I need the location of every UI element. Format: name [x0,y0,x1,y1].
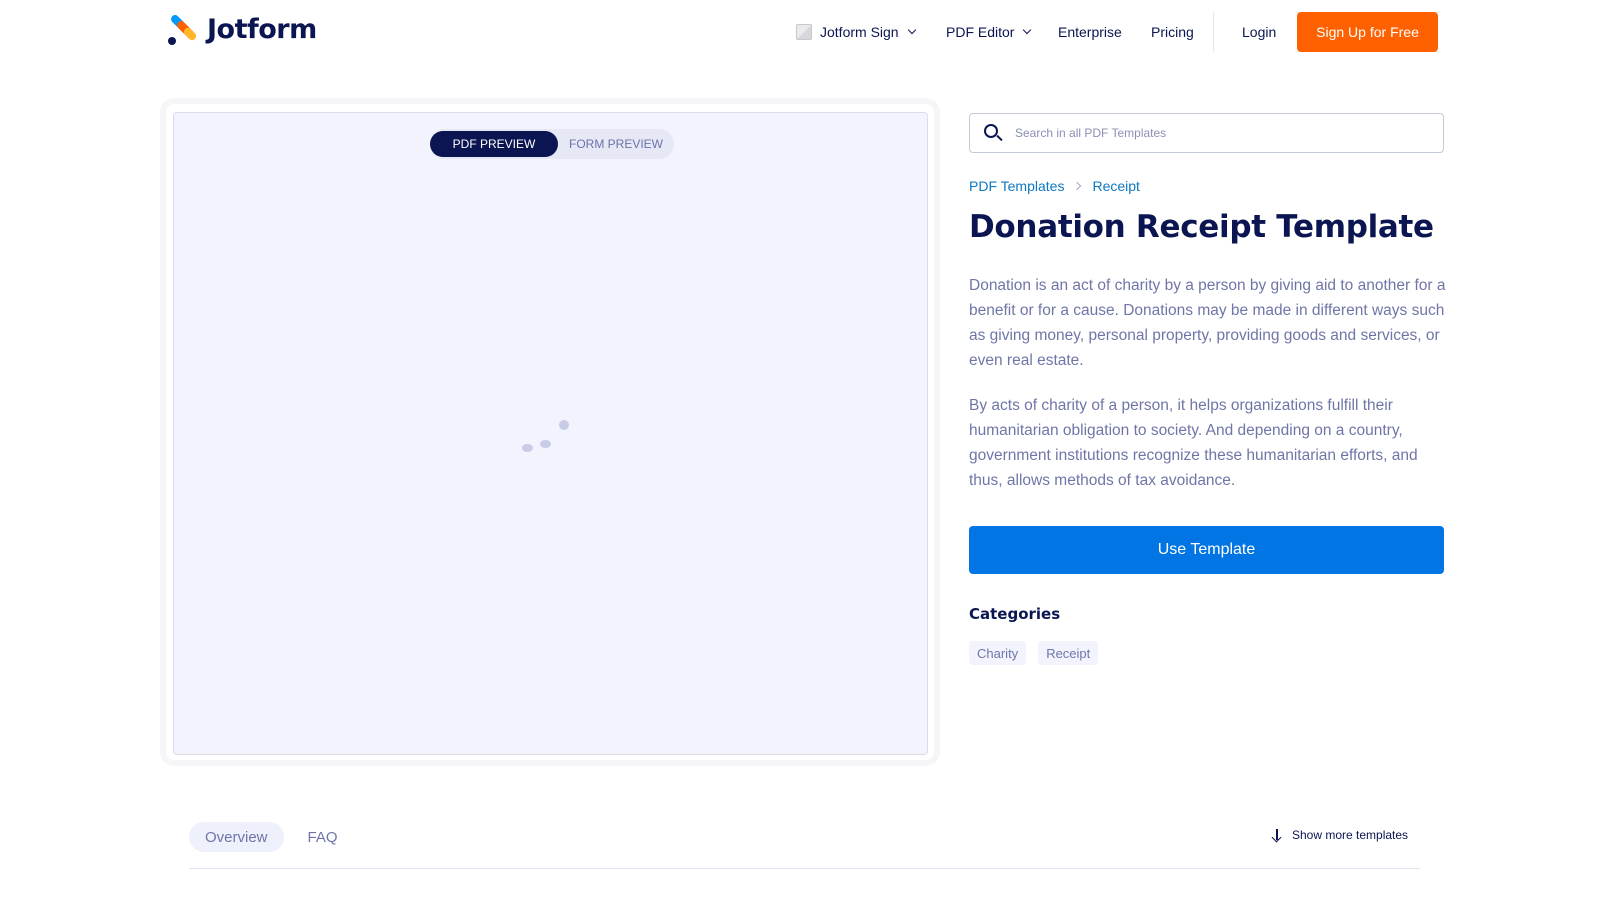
nav-pdf-editor[interactable]: PDF Editor [946,12,1032,52]
search-input[interactable] [1015,126,1435,140]
broken-image-icon [796,24,812,40]
chevron-down-icon [907,25,916,35]
template-search [969,113,1444,153]
category-tag-charity[interactable]: Charity [969,641,1027,665]
categories-heading: Categories [969,605,1061,623]
page-title: Donation Receipt Template [969,209,1434,245]
jotform-logo-icon [166,13,198,47]
use-template-button[interactable]: Use Template [969,526,1444,574]
login-link[interactable]: Login [1242,12,1276,52]
breadcrumb-pdf-templates[interactable]: PDF Templates [969,178,1064,194]
form-preview-tab[interactable]: FORM PREVIEW [558,131,674,157]
breadcrumb: PDF Templates Receipt [969,178,1140,194]
pdf-preview-panel: PDF PREVIEW FORM PREVIEW [173,112,928,755]
nav-divider [1213,12,1214,52]
top-navigation: Jotform Jotform Sign PDF Editor Enterpri… [0,0,1600,64]
description-paragraph: Donation is an act of charity by a perso… [969,277,1446,369]
preview-toggle: PDF PREVIEW FORM PREVIEW [430,129,674,159]
chevron-right-icon [1073,181,1082,191]
nav-pdf-editor-label: PDF Editor [946,24,1015,40]
arrow-down-icon [1271,827,1283,843]
category-tags: Charity Receipt [969,641,1110,665]
nav-jotform-sign[interactable]: Jotform Sign [796,12,916,52]
signup-button[interactable]: Sign Up for Free [1297,12,1438,52]
chevron-down-icon [1023,25,1032,35]
content-tabs: Overview FAQ [189,822,354,852]
jotform-logo[interactable]: Jotform [166,13,317,47]
category-tag-receipt[interactable]: Receipt [1038,641,1099,665]
show-more-templates-link[interactable]: Show more templates [1271,827,1408,843]
tab-faq[interactable]: FAQ [292,822,354,852]
loading-spinner-icon [522,420,572,454]
tabs-divider [189,868,1420,869]
search-icon[interactable] [983,123,1003,143]
logo-text: Jotform [207,13,317,45]
tab-overview[interactable]: Overview [189,822,284,852]
breadcrumb-receipt[interactable]: Receipt [1092,178,1139,194]
nav-jotform-sign-label: Jotform Sign [820,24,899,40]
show-more-label: Show more templates [1292,828,1409,842]
description-paragraph: By acts of charity of a person, it helps… [969,397,1418,489]
nav-pricing[interactable]: Pricing [1151,12,1194,52]
pdf-preview-tab[interactable]: PDF PREVIEW [430,131,558,157]
nav-enterprise[interactable]: Enterprise [1058,12,1122,52]
